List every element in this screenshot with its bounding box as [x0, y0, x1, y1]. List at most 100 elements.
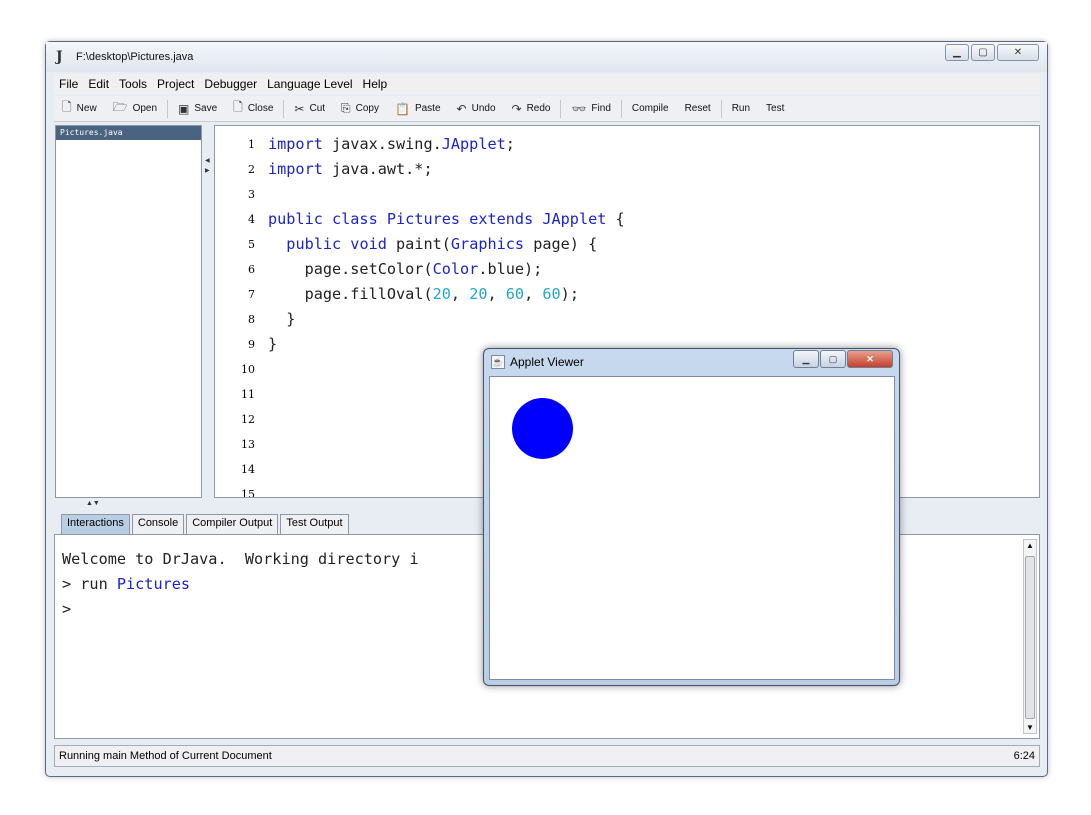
vertical-splitter[interactable]: ◀ ▶: [203, 125, 213, 498]
new-file-icon: 🗋: [62, 100, 72, 114]
code-line-5: public void paint(Graphics page) {: [286, 235, 598, 253]
clipboard-icon: 📋: [395, 101, 410, 116]
line-number: 2: [248, 163, 255, 176]
toolbar-separator: [283, 99, 285, 118]
close-file-icon: 🗋: [233, 100, 243, 114]
arrow-left-icon[interactable]: ◀: [205, 157, 210, 164]
paste-button[interactable]: 📋 Paste: [387, 98, 449, 120]
code-line-8: }: [268, 310, 296, 328]
toolbar-separator: [620, 99, 622, 118]
applet-minimize-button[interactable]: ▁: [793, 350, 819, 368]
toolbar-separator: [720, 99, 722, 118]
menu-bar: File Edit Tools Project Debugger Languag…: [54, 74, 1040, 94]
save-icon: ▣: [178, 101, 190, 116]
open-button[interactable]: 🗁 Open: [105, 98, 165, 120]
applet-maximize-button[interactable]: ▢: [820, 350, 846, 368]
console-prompt: > run: [62, 575, 117, 593]
applet-canvas[interactable]: [489, 376, 895, 680]
code-line-1: import javax.swing.JApplet;: [268, 135, 515, 153]
line-number: 5: [248, 238, 255, 251]
status-bar: Running main Method of Current Document …: [54, 745, 1040, 767]
open-folder-icon: 🗁: [112, 100, 128, 114]
menu-edit[interactable]: Edit: [86, 77, 111, 91]
status-message: Running main Method of Current Document: [59, 750, 272, 762]
toolbar-separator: [560, 99, 562, 118]
tab-console[interactable]: Console: [131, 514, 185, 534]
drjava-icon: J: [56, 49, 63, 65]
line-number: 15: [241, 488, 255, 498]
line-number: 9: [248, 338, 255, 351]
toolbar-separator: [167, 99, 169, 118]
applet-title-bar: ☕ Applet Viewer: [491, 355, 584, 369]
console-run-line: > run Pictures: [62, 575, 190, 593]
window-title: F:\desktop\Pictures.java: [76, 51, 194, 63]
line-number: 13: [241, 438, 255, 451]
compile-button[interactable]: Compile: [624, 98, 677, 120]
applet-viewer-window: ☕ Applet Viewer ▁ ▢ ✕: [483, 348, 900, 686]
scroll-down-icon[interactable]: ▼: [1026, 723, 1034, 732]
redo-icon: ↷: [511, 101, 522, 116]
code-line-6: page.setColor(Color.blue);: [268, 260, 543, 278]
run-button[interactable]: Run: [724, 98, 758, 120]
bottom-tabs: Interactions Console Compiler Output Tes…: [61, 514, 349, 534]
reset-button[interactable]: Reset: [677, 98, 719, 120]
line-number: 6: [248, 263, 255, 276]
find-button[interactable]: 👓 Find: [563, 98, 618, 120]
applet-window-controls: ▁ ▢ ✕: [793, 350, 893, 368]
console-prompt-line: >: [62, 600, 72, 618]
scroll-thumb[interactable]: [1025, 556, 1035, 719]
copy-button[interactable]: ⎘ Copy: [333, 98, 387, 120]
menu-file[interactable]: File: [57, 77, 80, 91]
maximize-button[interactable]: ▢: [971, 44, 995, 61]
line-number: 10: [241, 363, 255, 376]
minimize-button[interactable]: ▁: [945, 44, 969, 61]
java-icon: ☕: [491, 355, 505, 369]
arrow-right-icon[interactable]: ▶: [205, 167, 210, 174]
console-welcome-line: Welcome to DrJava. Working directory i: [62, 550, 419, 568]
line-number: 7: [248, 288, 255, 301]
menu-help[interactable]: Help: [361, 77, 390, 91]
toolbar: 🗋 New 🗁 Open ▣ Save 🗋 Close ✂ Cut ⎘ Copy 📋 Past…: [54, 96, 1040, 122]
scroll-up-icon[interactable]: ▲: [1026, 541, 1034, 550]
undo-button[interactable]: ↶ Undo: [449, 98, 504, 120]
redo-button[interactable]: ↷ Redo: [504, 98, 559, 120]
code-line-7: page.fillOval(20, 20, 60, 60);: [268, 285, 579, 303]
tab-interactions[interactable]: Interactions: [61, 514, 130, 534]
new-button[interactable]: 🗋 New: [54, 98, 105, 120]
cursor-position: 6:24: [1013, 750, 1035, 762]
binoculars-icon: 👓: [571, 101, 587, 116]
line-number-gutter: 1 2 3 4 5 6 7 8 9 10 11 12 13 14 15: [215, 126, 259, 497]
line-number: 4: [248, 213, 255, 226]
menu-project[interactable]: Project: [155, 77, 196, 91]
undo-icon: ↶: [456, 101, 467, 116]
line-number: 3: [248, 188, 255, 201]
menu-debugger[interactable]: Debugger: [202, 77, 259, 91]
close-button[interactable]: ✕: [997, 44, 1039, 61]
copy-icon: ⎘: [341, 101, 351, 115]
cut-button[interactable]: ✂ Cut: [286, 98, 333, 120]
save-button[interactable]: ▣ Save: [170, 98, 225, 120]
title-bar: J F:\desktop\Pictures.java ▁ ▢ ✕: [46, 42, 1047, 72]
scissors-icon: ✂: [294, 101, 305, 116]
menu-tools[interactable]: Tools: [117, 77, 149, 91]
code-line-9: }: [268, 335, 278, 353]
code-line-4: public class Pictures extends JApplet {: [268, 210, 625, 228]
test-button[interactable]: Test: [758, 98, 792, 120]
tab-test-output[interactable]: Test Output: [280, 514, 349, 534]
line-number: 12: [241, 413, 255, 426]
applet-close-button[interactable]: ✕: [847, 350, 893, 368]
console-scrollbar[interactable]: ▲ ▼: [1023, 539, 1037, 734]
file-list-pane: Pictures.java: [55, 125, 202, 498]
file-item-pictures[interactable]: Pictures.java: [56, 126, 201, 140]
line-number: 11: [241, 388, 255, 401]
console-class-name: Pictures: [116, 575, 191, 593]
line-number: 8: [248, 313, 255, 326]
close-file-button[interactable]: 🗋 Close: [225, 98, 281, 120]
window-controls: ▁ ▢ ✕: [945, 44, 1039, 61]
line-number: 1: [248, 138, 255, 151]
tab-compiler-output[interactable]: Compiler Output: [186, 514, 279, 534]
code-line-2: import java.awt.*;: [268, 160, 433, 178]
blue-oval: [512, 398, 573, 459]
menu-language-level[interactable]: Language Level: [265, 77, 354, 91]
applet-title: Applet Viewer: [510, 355, 584, 369]
